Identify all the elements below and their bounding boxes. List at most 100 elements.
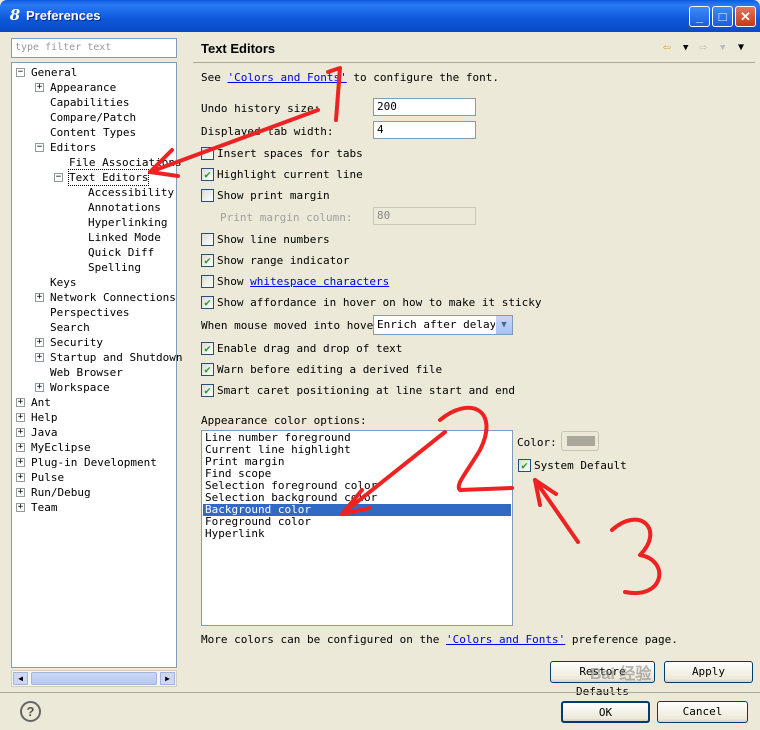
print-margin-column-input: 80 (373, 207, 476, 225)
tree-item-network-connections[interactable]: Network Connections (50, 290, 176, 305)
chevron-down-icon[interactable]: ▼ (495, 316, 512, 334)
minimize-button[interactable]: _ (689, 6, 710, 27)
hover-behavior-select[interactable]: Enrich after delay ▼ (373, 315, 513, 335)
forward-arrow-icon[interactable]: ⇨ (699, 40, 707, 55)
help-icon[interactable]: ? (20, 701, 41, 722)
line-numbers-checkbox[interactable] (201, 233, 214, 246)
cancel-button[interactable]: Cancel (657, 701, 748, 723)
tree-item-compare-patch[interactable]: Compare/Patch (50, 110, 136, 125)
tree-item-team[interactable]: Team (31, 500, 58, 515)
tree-item-myeclipse[interactable]: MyEclipse (31, 440, 91, 455)
tree-horizontal-scrollbar[interactable]: ◀ ▶ (11, 670, 177, 687)
tree-item-accessibility[interactable]: Accessibility (88, 185, 174, 200)
tree-item-ant[interactable]: Ant (31, 395, 51, 410)
tree-item-perspectives[interactable]: Perspectives (50, 305, 129, 320)
more-colors-text: More colors can be configured on the 'Co… (201, 633, 678, 646)
line-numbers-label: Show line numbers (217, 233, 330, 246)
tree-item-text-editors[interactable]: Text Editors (67, 169, 150, 186)
drag-drop-checkbox[interactable]: ✔ (201, 342, 214, 355)
expand-icon[interactable]: + (16, 428, 25, 437)
tree-item-annotations[interactable]: Annotations (88, 200, 161, 215)
tree-item-run-debug[interactable]: Run/Debug (31, 485, 91, 500)
affordance-label: Show affordance in hover on how to make … (217, 296, 542, 309)
tree-item-editors[interactable]: Editors (50, 140, 96, 155)
tree-item-general[interactable]: General (31, 65, 77, 80)
tree-item-keys[interactable]: Keys (50, 275, 77, 290)
page-header: Text Editors ⇦ ▼ ⇨ ▼ ▼ (189, 34, 757, 62)
tree-item-web-browser[interactable]: Web Browser (50, 365, 123, 380)
scrollbar-thumb[interactable] (31, 672, 157, 685)
tree-item-capabilities[interactable]: Capabilities (50, 95, 129, 110)
drag-drop-label: Enable drag and drop of text (217, 342, 403, 355)
forward-dropdown-icon[interactable]: ▼ (720, 43, 725, 53)
view-menu-icon[interactable]: ▼ (738, 42, 744, 53)
page-title: Text Editors (201, 41, 276, 56)
print-margin-column-label: Print margin column: (220, 211, 353, 224)
tree-item-startup-and-shutdown[interactable]: Startup and Shutdown (50, 350, 182, 365)
expand-icon[interactable]: + (35, 353, 44, 362)
system-default-checkbox[interactable]: ✔ (518, 459, 531, 472)
collapse-icon[interactable]: − (54, 173, 63, 182)
tree-item-quick-diff[interactable]: Quick Diff (88, 245, 154, 260)
expand-icon[interactable]: + (16, 458, 25, 467)
warn-derived-checkbox[interactable]: ✔ (201, 363, 214, 376)
whitespace-link[interactable]: whitespace characters (250, 275, 389, 288)
appearance-colors-label: Appearance color options: (201, 414, 367, 427)
tree-item-security[interactable]: Security (50, 335, 103, 350)
preference-page: Text Editors ⇦ ▼ ⇨ ▼ ▼ See 'Colors and F… (189, 34, 757, 698)
tree-item-pulse[interactable]: Pulse (31, 470, 64, 485)
hover-behavior-value: Enrich after delay (377, 318, 497, 331)
tree-item-spelling[interactable]: Spelling (88, 260, 141, 275)
affordance-checkbox[interactable]: ✔ (201, 296, 214, 309)
collapse-icon[interactable]: − (35, 143, 44, 152)
expand-icon[interactable]: + (35, 83, 44, 92)
colors-fonts-link-2[interactable]: 'Colors and Fonts' (446, 633, 565, 646)
apply-button[interactable]: Apply (664, 661, 753, 683)
preferences-tree[interactable]: − General + Appearance Capabilities Compare/P… (11, 62, 182, 668)
color-picker-button[interactable] (561, 431, 599, 451)
scroll-right-icon[interactable]: ▶ (160, 672, 175, 685)
expand-icon[interactable]: + (16, 413, 25, 422)
tree-item-appearance[interactable]: Appearance (50, 80, 116, 95)
expand-icon[interactable]: + (35, 383, 44, 392)
color-swatch (567, 436, 595, 446)
collapse-icon[interactable]: − (16, 68, 25, 77)
color-option-item[interactable]: Hyperlink (203, 528, 511, 540)
expand-icon[interactable]: + (16, 398, 25, 407)
color-options-list[interactable]: Line number foreground Current line highl… (201, 430, 513, 626)
print-margin-checkbox[interactable] (201, 189, 214, 202)
tree-item-help[interactable]: Help (31, 410, 58, 425)
tree-item-workspace[interactable]: Workspace (50, 380, 110, 395)
filter-input[interactable]: type filter text (11, 38, 177, 58)
scroll-left-icon[interactable]: ◀ (13, 672, 28, 685)
range-indicator-checkbox[interactable]: ✔ (201, 254, 214, 267)
ok-button[interactable]: OK (561, 701, 650, 723)
expand-icon[interactable]: + (16, 443, 25, 452)
back-dropdown-icon[interactable]: ▼ (683, 43, 688, 53)
tree-item-hyperlinking[interactable]: Hyperlinking (88, 215, 167, 230)
tree-item-java[interactable]: Java (31, 425, 58, 440)
expand-icon[interactable]: + (16, 503, 25, 512)
smart-caret-checkbox[interactable]: ✔ (201, 384, 214, 397)
tree-item-linked-mode[interactable]: Linked Mode (88, 230, 161, 245)
close-button[interactable]: ✕ (735, 6, 756, 27)
title-bar: 8 Preferences _ □ ✕ (0, 0, 760, 32)
intro-text: See 'Colors and Fonts' to configure the … (201, 71, 500, 84)
undo-history-input[interactable]: 200 (373, 98, 476, 116)
insert-spaces-checkbox[interactable] (201, 147, 214, 160)
expand-icon[interactable]: + (35, 293, 44, 302)
expand-icon[interactable]: + (16, 473, 25, 482)
hover-label: When mouse moved into hover: (201, 319, 387, 332)
expand-icon[interactable]: + (16, 488, 25, 497)
tree-item-file-associations[interactable]: File Associations (69, 155, 182, 170)
tab-width-input[interactable]: 4 (373, 121, 476, 139)
whitespace-checkbox[interactable] (201, 275, 214, 288)
maximize-button[interactable]: □ (712, 6, 733, 27)
back-arrow-icon[interactable]: ⇦ (663, 40, 671, 55)
expand-icon[interactable]: + (35, 338, 44, 347)
tree-item-content-types[interactable]: Content Types (50, 125, 136, 140)
tree-item-search[interactable]: Search (50, 320, 90, 335)
colors-fonts-link[interactable]: 'Colors and Fonts' (228, 71, 347, 84)
highlight-line-checkbox[interactable]: ✔ (201, 168, 214, 181)
tree-item-plug-in-development[interactable]: Plug-in Development (31, 455, 157, 470)
